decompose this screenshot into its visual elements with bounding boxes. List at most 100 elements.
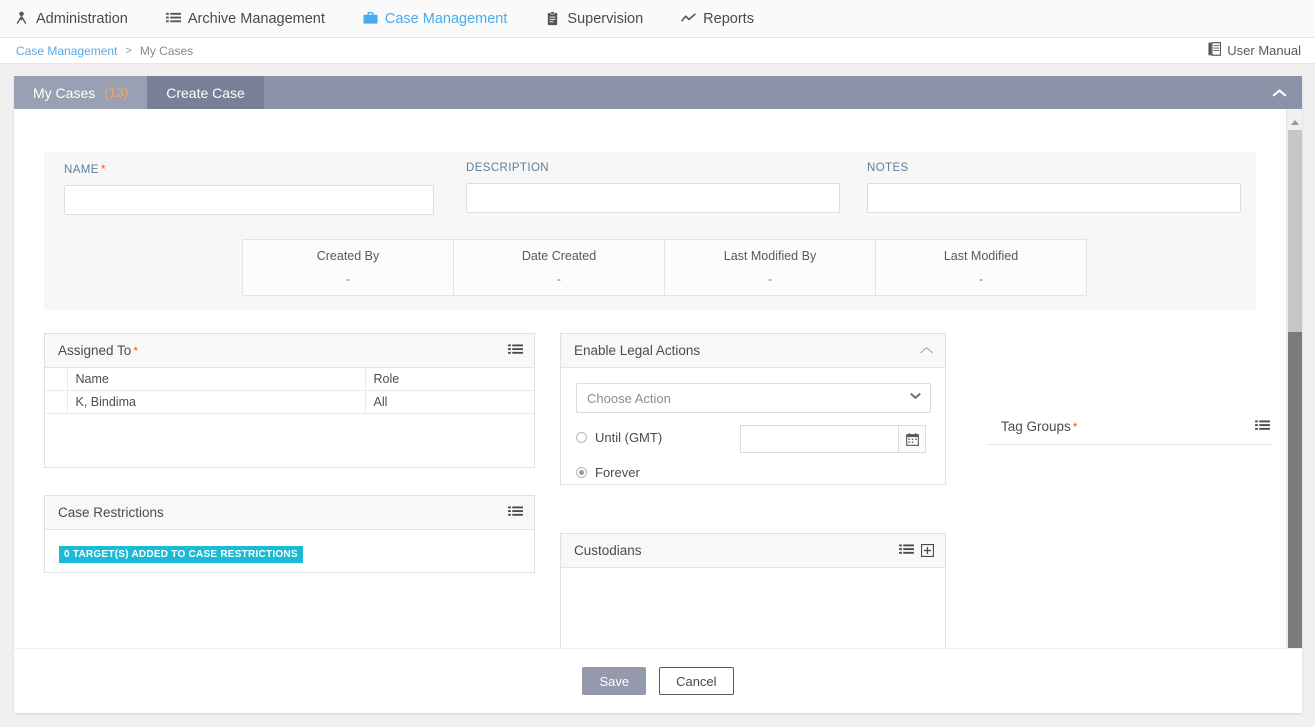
metadata-header: Date Created <box>521 249 597 263</box>
action-select-wrapper: Choose Action <box>576 383 931 413</box>
until-radio-row: Until (GMT) <box>576 430 662 445</box>
breadcrumb-current: My Cases <box>139 43 194 58</box>
description-field-group: DESCRIPTION <box>466 162 840 213</box>
breadcrumb-separator: > <box>125 44 132 57</box>
notes-field-group: NOTES <box>867 162 1241 213</box>
name-label-text: NAME <box>64 164 99 176</box>
card-scroll-region: NAME * DESCRIPTION NOTES Created By - Da… <box>14 109 1302 680</box>
application-root: Administration Archive Management Case M… <box>0 0 1315 727</box>
book-icon <box>1208 42 1222 59</box>
custodians-plus-box-icon[interactable] <box>921 544 934 557</box>
custodians-header: Custodians <box>561 534 945 568</box>
required-asterisk: * <box>100 162 106 176</box>
case-restrictions-list-icon[interactable] <box>508 506 523 519</box>
tag-groups-title: Tag Groups <box>1001 419 1071 434</box>
custodians-title: Custodians <box>574 543 642 558</box>
case-details-section: NAME * DESCRIPTION NOTES Created By - Da… <box>44 152 1256 310</box>
assigned-to-list-icon[interactable] <box>508 344 523 357</box>
nav-label: Administration <box>36 10 128 27</box>
cell-name: K, Bindima <box>67 390 366 414</box>
clipboard-icon <box>545 11 560 26</box>
assigned-to-header: Assigned To * <box>45 334 534 368</box>
tab-create-case-label: Create Case <box>166 84 245 101</box>
case-restrictions-body: 0 TARGET(S) ADDED TO CASE RESTRICTIONS <box>45 530 534 563</box>
column-header-name: Name <box>67 368 366 391</box>
select-column-header <box>45 368 68 391</box>
metadata-value: - <box>557 272 561 286</box>
nav-item-administration[interactable]: Administration <box>14 11 128 27</box>
legal-actions-title: Enable Legal Actions <box>574 343 701 358</box>
tag-groups-header: Tag Groups * <box>987 409 1272 445</box>
metadata-header: Last Modified <box>943 249 1019 263</box>
scrollbar-thumb[interactable] <box>1288 332 1302 659</box>
until-date-input[interactable] <box>740 425 898 453</box>
user-manual-link[interactable]: User Manual <box>1208 42 1301 59</box>
nav-label: Case Management <box>384 10 508 27</box>
description-label: DESCRIPTION <box>466 162 549 174</box>
metadata-header: Created By <box>316 249 380 263</box>
status-badge: 0 TARGET(S) ADDED TO CASE RESTRICTIONS <box>59 546 303 563</box>
metadata-value: - <box>768 272 772 286</box>
name-input[interactable] <box>64 185 434 215</box>
custodians-list-icon[interactable] <box>899 544 914 557</box>
required-asterisk: * <box>1072 419 1078 434</box>
nav-item-archive-management[interactable]: Archive Management <box>165 11 325 27</box>
case-restrictions-panel: Case Restrictions 0 TARGET(S) ADDED TO C… <box>44 495 535 573</box>
chevron-up-icon <box>1273 89 1286 97</box>
card-tabbar: My Cases (13) Create Case <box>14 76 1302 109</box>
tab-my-cases-label: My Cases <box>33 84 96 101</box>
case-restrictions-header: Case Restrictions <box>45 496 534 530</box>
case-card: My Cases (13) Create Case NAME * DESCRIP… <box>14 76 1302 713</box>
nav-item-reports[interactable]: Reports <box>681 11 754 27</box>
choose-action-select[interactable]: Choose Action <box>576 383 931 413</box>
until-date-group <box>740 425 926 453</box>
required-asterisk: * <box>133 343 138 358</box>
metadata-cell-date-created: Date Created - <box>454 240 665 295</box>
legal-actions-panel: Enable Legal Actions Choose Action Until… <box>560 333 946 485</box>
assigned-to-title: Assigned To <box>58 343 132 358</box>
assigned-to-table: Name Role K, Bindima All <box>45 368 534 414</box>
triangle-up-icon <box>1290 119 1299 125</box>
tab-my-cases[interactable]: My Cases (13) <box>14 76 148 109</box>
legal-actions-collapse-chevron-up-icon[interactable] <box>919 346 934 355</box>
case-restrictions-title: Case Restrictions <box>58 505 164 520</box>
scrollbar-up-button[interactable] <box>1287 114 1302 130</box>
metadata-cell-last-modified: Last Modified - <box>876 240 1086 295</box>
description-input[interactable] <box>466 183 840 213</box>
cell-role: All <box>365 390 534 414</box>
nav-item-case-management[interactable]: Case Management <box>363 10 508 27</box>
name-field-group: NAME * <box>64 162 434 215</box>
nav-label: Supervision <box>567 10 644 27</box>
metadata-cell-last-modified-by: Last Modified By - <box>665 240 876 295</box>
table-header-row: Name Role <box>45 368 534 391</box>
row-select-cell[interactable] <box>45 390 68 414</box>
metadata-table: Created By - Date Created - Last Modifie… <box>242 239 1087 296</box>
scrollbar-track[interactable] <box>1288 130 1302 659</box>
vertical-scrollbar[interactable] <box>1286 109 1302 680</box>
until-radio-label: Until (GMT) <box>595 430 663 445</box>
card-collapse-button[interactable] <box>1256 76 1302 109</box>
tag-groups-list-icon[interactable] <box>1255 420 1270 433</box>
column-header-role: Role <box>365 368 534 391</box>
people-icon <box>14 11 29 26</box>
nav-label: Reports <box>703 10 754 27</box>
until-radio-button[interactable] <box>576 432 587 443</box>
calendar-icon[interactable] <box>898 425 926 453</box>
cancel-button[interactable]: Cancel <box>659 667 734 695</box>
save-button[interactable]: Save <box>582 667 647 695</box>
table-row[interactable]: K, Bindima All <box>45 390 534 414</box>
metadata-value: - <box>346 272 350 286</box>
name-label: NAME * <box>64 162 434 176</box>
notes-input[interactable] <box>867 183 1241 213</box>
tab-create-case[interactable]: Create Case <box>147 76 264 109</box>
breadcrumb: Case Management > My Cases <box>16 44 193 58</box>
breadcrumb-root[interactable]: Case Management <box>16 44 117 58</box>
legal-actions-header: Enable Legal Actions <box>561 334 945 368</box>
forever-radio-button[interactable] <box>576 467 587 478</box>
breadcrumb-bar: Case Management > My Cases User Manual <box>0 38 1315 64</box>
metadata-header: Last Modified By <box>723 249 817 263</box>
metadata-cell-created-by: Created By - <box>243 240 454 295</box>
nav-item-supervision[interactable]: Supervision <box>545 11 643 27</box>
card-content: NAME * DESCRIPTION NOTES Created By - Da… <box>14 109 1286 680</box>
forever-radio-row: Forever <box>576 465 640 480</box>
